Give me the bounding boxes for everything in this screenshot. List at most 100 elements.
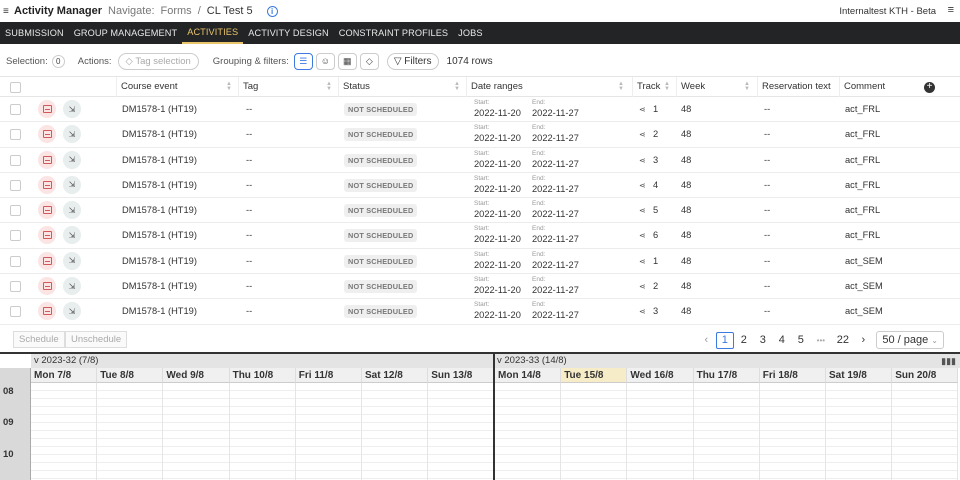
sort-icon[interactable]: ▲ ▼ xyxy=(226,81,232,92)
row-checkbox[interactable] xyxy=(10,179,21,191)
header-course-event[interactable]: Course event ▲ ▼ xyxy=(116,77,238,97)
table-row[interactable]: ⇲ DM1578-1 (HT19) -- NOT SCHEDULED Start: 202… xyxy=(0,122,960,148)
bar-chart-icon[interactable]: ▮▮▮ xyxy=(941,356,956,367)
day-header[interactable]: Thu 10/8 xyxy=(229,368,296,383)
remove-activity-button[interactable] xyxy=(38,100,56,118)
info-icon[interactable]: i xyxy=(266,5,278,17)
breadcrumb-forms[interactable]: Forms xyxy=(161,5,192,17)
tag-selection-button[interactable]: ◇ Tag selection xyxy=(117,52,199,70)
remove-activity-button[interactable] xyxy=(38,302,56,321)
day-header[interactable]: Fri 11/8 xyxy=(295,368,362,383)
page-ellipsis[interactable]: ••• xyxy=(811,336,831,345)
header-tag[interactable]: Tag ▲ ▼ xyxy=(238,77,338,97)
sort-icon[interactable]: ▲ ▼ xyxy=(744,81,750,92)
row-checkbox[interactable] xyxy=(10,205,21,217)
page-3[interactable]: 3 xyxy=(754,334,772,346)
day-header[interactable]: Wed 9/8 xyxy=(163,368,230,383)
add-column-icon[interactable]: + xyxy=(924,82,935,93)
day-column[interactable] xyxy=(627,383,694,480)
tab-activity-design[interactable]: ACTIVITY DESIGN xyxy=(243,22,333,44)
tag-filter-button[interactable]: ◇ xyxy=(359,52,379,70)
day-header[interactable]: Mon 14/8 xyxy=(495,368,562,383)
open-activity-button[interactable]: ⇲ xyxy=(63,302,81,321)
day-column[interactable] xyxy=(826,383,893,480)
remove-activity-button[interactable] xyxy=(38,125,56,144)
day-header[interactable]: Sun 13/8 xyxy=(428,368,495,383)
day-header[interactable]: Mon 7/8 xyxy=(31,368,98,383)
remove-activity-button[interactable] xyxy=(38,175,56,194)
tab-submission[interactable]: SUBMISSION xyxy=(0,22,69,44)
day-column[interactable] xyxy=(693,383,760,480)
day-column[interactable] xyxy=(495,383,562,480)
header-track[interactable]: Track ▲ ▼ xyxy=(632,77,676,97)
open-activity-button[interactable]: ⇲ xyxy=(63,125,81,144)
row-checkbox[interactable] xyxy=(10,230,21,242)
day-column[interactable] xyxy=(163,383,230,480)
tab-activities[interactable]: ACTIVITIES xyxy=(182,22,244,44)
day-header[interactable]: Fri 18/8 xyxy=(759,368,826,383)
open-activity-button[interactable]: ⇲ xyxy=(63,150,81,169)
row-checkbox[interactable] xyxy=(10,281,21,293)
page-5[interactable]: 5 xyxy=(792,334,810,346)
remove-activity-button[interactable] xyxy=(38,226,56,245)
day-header[interactable]: Sun 20/8 xyxy=(892,368,959,383)
page-size-select[interactable]: 50 / page ⌄ xyxy=(876,331,944,349)
sort-icon[interactable]: ▲ ▼ xyxy=(454,81,460,92)
day-header[interactable]: Thu 17/8 xyxy=(693,368,760,383)
table-row[interactable]: ⇲ DM1578-1 (HT19) -- NOT SCHEDULED Start: 202… xyxy=(0,299,960,325)
calendar-filter-button[interactable]: ▦ xyxy=(337,52,357,70)
day-header[interactable]: Tue 8/8 xyxy=(97,368,164,383)
tab-group-management[interactable]: GROUP MANAGEMENT xyxy=(69,22,183,44)
day-column[interactable] xyxy=(892,383,959,480)
open-activity-button[interactable]: ⇲ xyxy=(63,226,81,245)
table-row[interactable]: ⇲ DM1578-1 (HT19) -- NOT SCHEDULED Start: 202… xyxy=(0,148,960,173)
page-2[interactable]: 2 xyxy=(735,334,753,346)
day-header[interactable]: Sat 12/8 xyxy=(362,368,429,383)
sort-icon[interactable]: ▲ ▼ xyxy=(664,81,670,92)
next-page-icon[interactable]: › xyxy=(854,334,872,346)
sort-icon[interactable]: ▲ ▼ xyxy=(326,81,332,92)
row-checkbox[interactable] xyxy=(10,104,21,115)
open-activity-button[interactable]: ⇲ xyxy=(63,201,81,220)
page-1[interactable]: 1 xyxy=(715,331,734,349)
day-column[interactable] xyxy=(362,383,429,480)
open-activity-button[interactable]: ⇲ xyxy=(63,277,81,296)
header-week[interactable]: Week ▲ ▼ xyxy=(676,77,756,97)
unschedule-button[interactable]: Unschedule xyxy=(65,331,128,348)
header-comment[interactable]: Comment xyxy=(839,77,919,97)
day-column[interactable] xyxy=(759,383,826,480)
open-activity-button[interactable]: ⇲ xyxy=(63,251,81,270)
remove-activity-button[interactable] xyxy=(38,251,56,270)
table-row[interactable]: ⇲ DM1578-1 (HT19) -- NOT SCHEDULED Start: 202… xyxy=(0,97,960,123)
row-checkbox[interactable] xyxy=(10,154,21,166)
prev-page-icon[interactable]: ‹ xyxy=(697,334,715,346)
schedule-button[interactable]: Schedule xyxy=(13,331,65,348)
day-column[interactable] xyxy=(295,383,362,480)
day-column[interactable] xyxy=(428,383,495,480)
open-activity-button[interactable]: ⇲ xyxy=(63,175,81,194)
header-reservation-text[interactable]: Reservation text xyxy=(757,77,838,97)
header-status[interactable]: Status ▲ ▼ xyxy=(338,77,466,97)
remove-activity-button[interactable] xyxy=(38,201,56,220)
emoji-filter-button[interactable]: ☺ xyxy=(315,52,335,70)
row-checkbox[interactable] xyxy=(10,129,21,141)
remove-activity-button[interactable] xyxy=(38,150,56,169)
table-row[interactable]: ⇲ DM1578-1 (HT19) -- NOT SCHEDULED Start: 202… xyxy=(0,173,960,199)
sort-icon[interactable]: ▲ ▼ xyxy=(618,81,624,92)
day-header[interactable]: Tue 15/8 xyxy=(561,368,628,383)
day-column[interactable] xyxy=(229,383,296,480)
table-row[interactable]: ⇲ DM1578-1 (HT19) -- NOT SCHEDULED Start: 202… xyxy=(0,249,960,275)
day-column[interactable] xyxy=(97,383,164,480)
day-header[interactable]: Sat 19/8 xyxy=(826,368,893,383)
row-checkbox[interactable] xyxy=(10,306,21,318)
table-row[interactable]: ⇲ DM1578-1 (HT19) -- NOT SCHEDULED Start: 202… xyxy=(0,198,960,224)
day-column[interactable] xyxy=(561,383,628,480)
remove-activity-button[interactable] xyxy=(38,277,56,296)
open-activity-button[interactable]: ⇲ xyxy=(63,100,81,118)
header-date-ranges[interactable]: Date ranges ▲ ▼ xyxy=(466,77,630,97)
page-4[interactable]: 4 xyxy=(773,334,791,346)
table-row[interactable]: ⇲ DM1578-1 (HT19) -- NOT SCHEDULED Start: 202… xyxy=(0,274,960,300)
table-row[interactable]: ⇲ DM1578-1 (HT19) -- NOT SCHEDULED Start: 202… xyxy=(0,223,960,249)
tab-constraint-profiles[interactable]: CONSTRAINT PROFILES xyxy=(334,22,453,44)
page-22[interactable]: 22 xyxy=(832,334,854,346)
